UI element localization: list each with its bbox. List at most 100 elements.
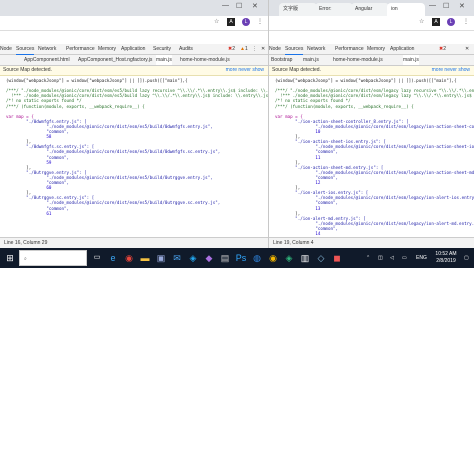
tab-memory[interactable]: Memory: [367, 44, 385, 54]
minimize-icon[interactable]: —: [429, 2, 436, 9]
volume-icon[interactable]: ◁: [390, 248, 394, 268]
clock[interactable]: 10:52 AM 2/8/2019: [432, 251, 460, 265]
avatar[interactable]: L: [242, 18, 250, 26]
mail-icon[interactable]: ✉: [170, 251, 184, 265]
tab-node[interactable]: Node: [0, 44, 12, 54]
network-icon[interactable]: ◫: [378, 248, 383, 268]
source-map-notice: Source Map detected. more never show: [0, 66, 268, 76]
tab-sources[interactable]: Sources: [285, 44, 304, 55]
browser-tab-1[interactable]: 文字版: [279, 3, 317, 16]
menu-icon[interactable]: ⋮: [463, 18, 469, 25]
app-icon-3[interactable]: ◼: [330, 251, 344, 265]
code-line: 61: [6, 210, 52, 216]
browser-tab-2[interactable]: Error:: [315, 3, 353, 16]
file-tab-appcomponent-host[interactable]: AppComponent_Host.ngfactory.js: [78, 55, 152, 65]
close-devtools-icon[interactable]: ✕: [465, 44, 469, 54]
file-tab-main-js[interactable]: main.js: [303, 55, 319, 65]
editor-file-tabs: AppComponent.html AppComponent_Host.ngfa…: [0, 55, 268, 66]
tab-network[interactable]: Network: [38, 44, 56, 54]
tab-application[interactable]: Application: [390, 44, 414, 54]
code-line: /***/ (function(module, exports, __webpa…: [275, 103, 414, 109]
address-bar[interactable]: ☆ A L ⋮: [269, 16, 474, 31]
file-tab-appcomponent-html[interactable]: AppComponent.html: [24, 55, 70, 65]
battery-icon[interactable]: ▭: [402, 248, 407, 268]
menu-icon[interactable]: ⋮: [257, 18, 263, 25]
close-devtools-icon[interactable]: ✕: [261, 44, 265, 54]
maximize-icon[interactable]: ☐: [236, 2, 242, 10]
file-tab-main-js-active[interactable]: main.js: [403, 55, 419, 65]
app-icon[interactable]: ▥: [298, 251, 312, 265]
tray-chevron-icon[interactable]: ⌃: [366, 248, 370, 268]
source-map-text: Source Map detected.: [3, 67, 52, 73]
browser-tab-4[interactable]: ion: [387, 3, 425, 16]
extension-icon[interactable]: A: [432, 18, 440, 26]
tab-network[interactable]: Network: [307, 44, 325, 54]
code-editor[interactable]: (window["webpackJsonp"] = window["webpac…: [0, 76, 268, 238]
clock-time: 10:52 AM: [435, 251, 457, 257]
chrome-canary-icon[interactable]: ◉: [266, 251, 280, 265]
browser-tab-label: Error:: [319, 6, 332, 12]
tab-strip: 文字版 Error: Angular ion — ☐ ✕: [269, 0, 474, 16]
browser-tab-label: 文字版: [283, 6, 299, 12]
maximize-icon[interactable]: ☐: [443, 2, 449, 10]
close-icon[interactable]: ✕: [252, 2, 258, 10]
language-indicator[interactable]: ENG: [416, 248, 427, 268]
tab-application[interactable]: Application: [121, 44, 145, 54]
file-tab-bootstrap[interactable]: Bootstrap: [271, 55, 292, 65]
warning-count-icon[interactable]: ▲1: [240, 44, 248, 54]
photoshop-icon[interactable]: Ps: [234, 251, 248, 265]
vscode-insiders-icon[interactable]: ◈: [282, 251, 296, 265]
close-icon[interactable]: ✕: [459, 2, 465, 10]
file-tab-home-module[interactable]: home-home-module.js: [180, 55, 230, 65]
source-map-actions[interactable]: more never show: [432, 66, 470, 75]
file-tab-main-js[interactable]: main.js: [156, 55, 172, 65]
tab-sources[interactable]: Sources: [16, 44, 35, 55]
tab-performance[interactable]: Performance: [335, 44, 364, 54]
app-icon-2[interactable]: ◇: [314, 251, 328, 265]
star-icon[interactable]: ☆: [419, 18, 424, 25]
visual-studio-icon[interactable]: ◆: [202, 251, 216, 265]
source-map-text: Source Map detected.: [272, 67, 321, 73]
code-editor[interactable]: (window["webpackJsonp"] = window["webpac…: [269, 76, 474, 238]
notifications-icon[interactable]: ▢: [464, 248, 469, 268]
folder-icon[interactable]: ▬: [138, 251, 152, 265]
devtools-toolbar: Node Sources Network Performance Memory …: [269, 44, 474, 55]
task-view-icon[interactable]: ▭: [90, 251, 104, 265]
tab-performance[interactable]: Performance: [66, 44, 95, 54]
status-bar: Line 19, Column 4: [269, 237, 474, 248]
extension-icon[interactable]: A: [227, 18, 235, 26]
address-bar[interactable]: ☆ A L ⋮: [0, 16, 268, 31]
browser-tab-3[interactable]: Angular: [351, 3, 389, 16]
tab-memory[interactable]: Memory: [98, 44, 116, 54]
error-count-icon[interactable]: ✖2: [228, 44, 235, 54]
search-icon: ⌕: [24, 256, 27, 262]
avatar[interactable]: L: [447, 18, 455, 26]
windows-start-icon[interactable]: ⊞: [3, 251, 17, 265]
edge-icon[interactable]: e: [106, 251, 120, 265]
chrome-icon[interactable]: ◉: [122, 251, 136, 265]
source-map-actions[interactable]: more never show: [226, 66, 264, 75]
tab-audits[interactable]: Audits: [179, 44, 193, 54]
taskbar-search-input[interactable]: ⌕: [19, 250, 87, 266]
right-browser-window: 文字版 Error: Angular ion — ☐ ✕ ☆ A L ⋮ Nod…: [269, 0, 474, 248]
settings-icon[interactable]: ⋮: [252, 44, 257, 54]
code-line: (window["webpackJsonp"] = window["webpac…: [6, 78, 188, 83]
minimize-icon[interactable]: —: [222, 2, 229, 9]
browser-tab-label: ion: [391, 6, 398, 12]
error-count-icon[interactable]: ✖2: [439, 44, 446, 54]
code-line: 14: [275, 231, 321, 236]
star-icon[interactable]: ☆: [214, 18, 219, 25]
source-map-notice: Source Map detected. more never show: [269, 66, 474, 76]
file-tab-home-module[interactable]: home-home-module.js: [333, 55, 383, 65]
vscode-icon[interactable]: ◈: [186, 251, 200, 265]
editor-file-tabs: Bootstrap main.js home-home-module.js ma…: [269, 55, 474, 66]
windows-taskbar: ⊞ ⌕ ▭ e ◉ ▬ ▣ ✉ ◈ ◆ ▤ Ps ◍ ◉ ◈ ▥ ◇ ◼ ⌃ ◫…: [0, 248, 474, 268]
clock-date: 2/8/2019: [436, 258, 456, 264]
sourcetree-icon[interactable]: ◍: [250, 251, 264, 265]
store-icon[interactable]: ▣: [154, 251, 168, 265]
tab-node[interactable]: Node: [269, 44, 281, 54]
error-count: 2: [443, 46, 446, 52]
left-browser-window: — ☐ ✕ ☆ A L ⋮ Node Sources Network Perfo…: [0, 0, 269, 248]
tab-security[interactable]: Security: [153, 44, 171, 54]
terminal-icon[interactable]: ▤: [218, 251, 232, 265]
